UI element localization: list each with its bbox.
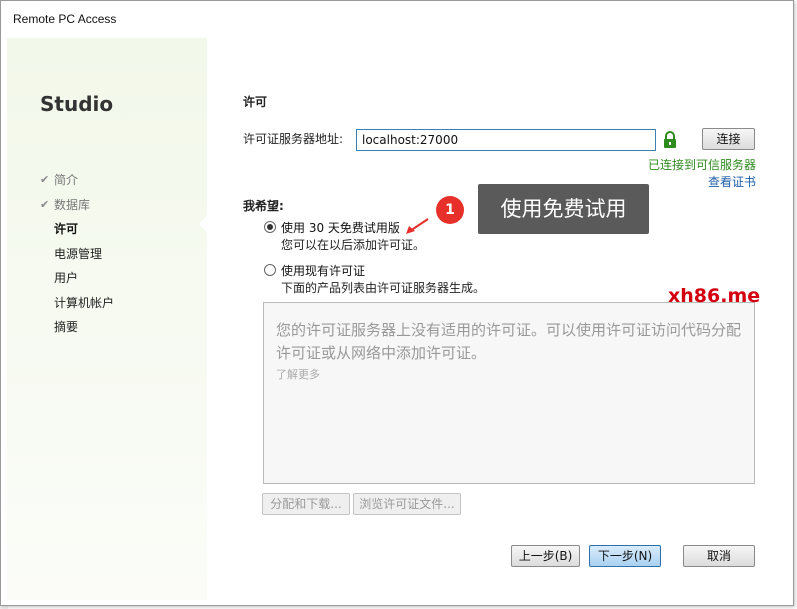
step-summary: 摘要 <box>54 320 79 334</box>
step-users: 用户 <box>54 271 79 285</box>
step-number-badge: 1 <box>436 196 464 224</box>
check-icon: ✔ <box>40 197 50 211</box>
step-database: ✔ 数据库 <box>40 193 114 218</box>
connection-status: 已连接到可信服务器 <box>647 158 756 172</box>
browse-license-file-button[interactable]: 浏览许可证文件... <box>353 493 461 515</box>
trial-radio[interactable] <box>264 221 276 233</box>
step-intro: ✔ 简介 <box>40 168 114 193</box>
trial-option-label[interactable]: 使用 30 天免费试用版 <box>281 219 400 236</box>
studio-brand: Studio <box>40 92 114 116</box>
next-button[interactable]: 下一步(N) <box>589 545 661 567</box>
existing-license-label[interactable]: 使用现有许可证 <box>281 262 365 279</box>
cancel-button[interactable]: 取消 <box>683 545 755 567</box>
product-list-box: 您的许可证服务器上没有适用的许可证。可以使用许可证访问代码分配许可证或从网络中添… <box>263 302 755 484</box>
license-server-label: 许可证服务器地址: <box>243 132 344 146</box>
allocate-download-button[interactable]: 分配和下载... <box>262 493 350 515</box>
page-title: 许可 <box>243 95 268 109</box>
site-watermark: xh86.me <box>668 285 761 307</box>
back-button[interactable]: 上一步(B) <box>511 545 580 567</box>
preference-label: 我希望: <box>243 199 284 213</box>
no-license-message: 您的许可证服务器上没有适用的许可证。可以使用许可证访问代码分配许可证或从网络中添… <box>276 321 742 362</box>
view-certificate-link[interactable]: 查看证书 <box>708 173 756 190</box>
step-licensing: 许可 <box>54 222 79 236</box>
dialog-content: Studio ✔ 简介 ✔ 数据库 许可 电源管理 用户 计算机帐户 摘要 许可 许… <box>7 38 782 600</box>
license-server-input[interactable] <box>356 129 656 151</box>
wizard-main-panel: 许可 许可证服务器地址: 连接 已连接到可信服务器 查看证书 我希望: 使用 3… <box>207 38 782 600</box>
annotation-callout: 使用免费试用 <box>478 184 649 234</box>
wizard-steps: ✔ 简介 ✔ 数据库 许可 电源管理 用户 计算机帐户 摘要 <box>40 168 114 340</box>
trial-option-desc: 您可以在以后添加许可证。 <box>281 238 426 252</box>
check-icon: ✔ <box>40 173 50 186</box>
lock-icon <box>664 131 676 148</box>
step-machine-accounts: 计算机帐户 <box>54 295 115 310</box>
window-title: Remote PC Access <box>1 1 793 37</box>
existing-license-desc: 下面的产品列表由许可证服务器生成。 <box>281 281 486 295</box>
existing-license-radio[interactable] <box>264 264 276 276</box>
connect-button[interactable]: 连接 <box>702 128 755 150</box>
wizard-sidebar: Studio ✔ 简介 ✔ 数据库 许可 电源管理 用户 计算机帐户 摘要 <box>7 38 207 600</box>
annotation-arrow-icon <box>406 218 429 234</box>
step-power-management: 电源管理 <box>54 246 103 261</box>
learn-more-link[interactable]: 了解更多 <box>276 366 320 382</box>
current-step-pointer <box>199 216 207 232</box>
